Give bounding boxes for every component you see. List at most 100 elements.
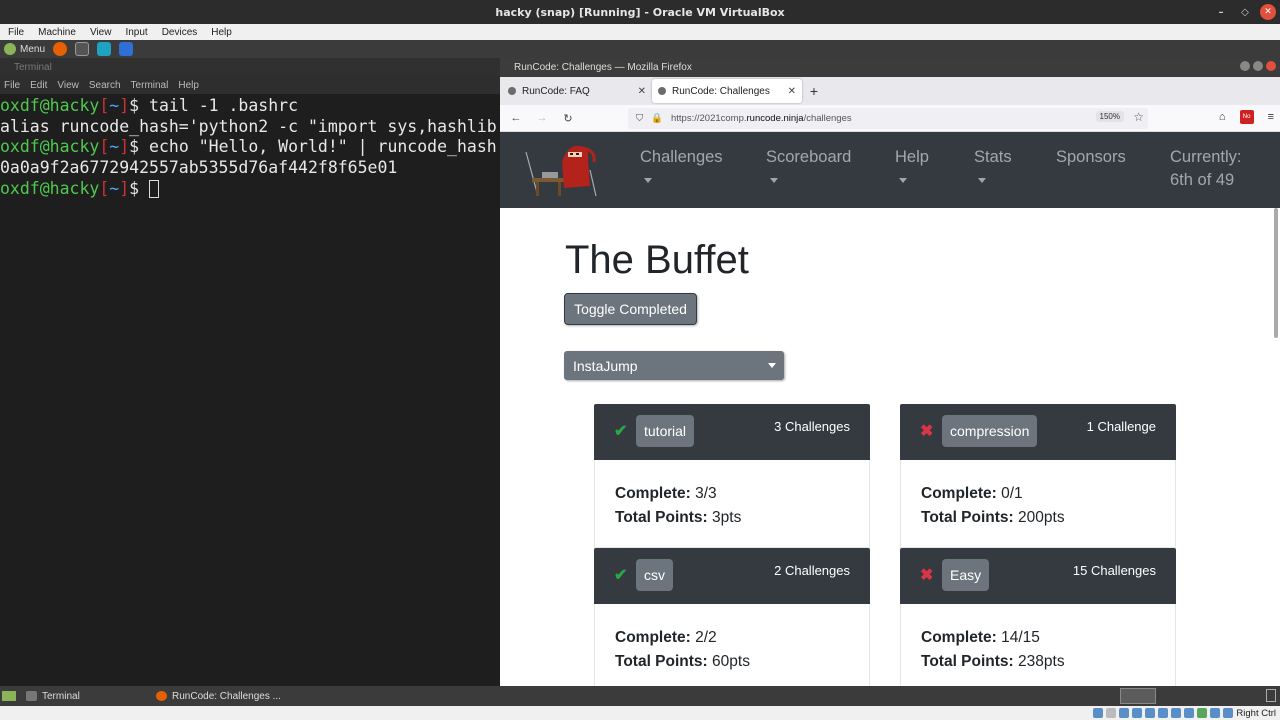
vbox-menu-devices[interactable]: Devices [162, 27, 198, 38]
complete-row: Complete: 3/3 [615, 485, 717, 502]
nav-sponsors-link[interactable]: Sponsors [1056, 146, 1126, 169]
checkmark-icon: ✔ [614, 567, 628, 584]
vbox-menu-help[interactable]: Help [211, 27, 232, 38]
card-header: ✖ Easy 15 Challenges [900, 548, 1176, 604]
card-body: Complete: 0/1 Total Points: 200pts [900, 460, 1176, 548]
navigation-toolbar: ← → ↻ ⛉ 🔒 https://2021comp.runcode.ninja… [500, 105, 1280, 132]
storage-indicator-icon[interactable] [1093, 708, 1104, 718]
card-body: Complete: 3/3 Total Points: 3pts [594, 460, 870, 548]
taskbar-item-firefox[interactable]: RunCode: Challenges ... [156, 691, 316, 702]
category-tag-button[interactable]: csv [636, 559, 673, 591]
shared-folders-icon[interactable] [1158, 708, 1169, 718]
nav-current-rank[interactable]: Currently: 6th of 49 [1170, 146, 1242, 192]
zap-launcher-icon[interactable] [97, 42, 112, 56]
shield-icon[interactable]: ⛉ [636, 113, 643, 124]
reload-icon[interactable]: ↻ [560, 112, 576, 125]
vbox-titlebar: hacky (snap) [Running] - Oracle VM Virtu… [0, 0, 1280, 24]
keyboard-indicator-icon[interactable] [1223, 708, 1234, 718]
cpu-indicator-icon[interactable] [1197, 708, 1208, 718]
firefox-icon [156, 691, 167, 701]
show-desktop-icon[interactable] [2, 691, 16, 701]
terminal-menu-terminal[interactable]: Terminal [131, 80, 169, 91]
terminal-output[interactable]: oxdf@hacky[~]$ tail -1 .bashrc alias runc… [0, 94, 500, 686]
zoom-level-badge[interactable]: 150% [1095, 111, 1124, 122]
terminal-line: 0a0a9f2a6772942557ab5355d76af442f8f65e01 [0, 158, 398, 178]
nav-help-label: Help [895, 148, 929, 166]
nav-help-dropdown[interactable]: Help [895, 146, 929, 183]
nav-challenges-dropdown[interactable]: Challenges [640, 146, 723, 183]
runcode-ninja-logo[interactable] [524, 140, 598, 198]
tab-runcode-faq[interactable]: RunCode: FAQ ✕ [502, 79, 652, 103]
runcode-favicon-icon [508, 87, 516, 95]
lock-icon[interactable]: 🔒 [651, 113, 663, 124]
vbox-menu-input[interactable]: Input [125, 27, 147, 38]
nav-stats-dropdown[interactable]: Stats [974, 146, 1012, 183]
pocket-icon[interactable]: ⌂ [1219, 111, 1226, 123]
vbox-menu-file[interactable]: File [8, 27, 24, 38]
new-tab-icon[interactable]: + [802, 79, 826, 103]
display-indicator-icon[interactable] [1171, 708, 1182, 718]
back-icon[interactable]: ← [508, 112, 524, 124]
caret-down-icon [770, 178, 778, 183]
vbox-menu-view[interactable]: View [90, 27, 112, 38]
vbox-window-controls: – ◇ ✕ [1212, 3, 1276, 21]
minimize-icon[interactable]: – [1212, 3, 1230, 21]
tab-runcode-challenges[interactable]: RunCode: Challenges ✕ [652, 79, 802, 103]
tab-close-icon[interactable]: ✕ [638, 86, 646, 97]
challenge-count: 15 Challenges [1072, 563, 1156, 578]
url-bar[interactable]: ⛉ 🔒 https://2021comp.runcode.ninja/chall… [628, 108, 1148, 129]
trash-icon[interactable] [1266, 689, 1276, 702]
category-tag-button[interactable]: Easy [942, 559, 990, 591]
rank-value: 6th of 49 [1170, 171, 1235, 189]
nav-stats-label: Stats [974, 148, 1012, 166]
firefox-launcher-icon[interactable] [53, 42, 68, 56]
hamburger-menu-icon[interactable]: ≡ [1268, 111, 1274, 123]
caret-down-icon [899, 178, 907, 183]
audio-indicator-icon[interactable] [1119, 708, 1130, 718]
terminal-launcher-icon[interactable] [75, 42, 90, 56]
minimize-icon[interactable] [1240, 61, 1250, 71]
close-icon[interactable] [1266, 61, 1276, 71]
terminal-window[interactable]: Terminal File Edit View Search Terminal … [0, 58, 500, 686]
optical-drive-icon[interactable] [1106, 708, 1117, 718]
usb-indicator-icon[interactable] [1145, 708, 1156, 718]
toggle-completed-button[interactable]: Toggle Completed [564, 293, 697, 325]
checkmark-icon: ✔ [614, 423, 628, 440]
vbox-menu-machine[interactable]: Machine [38, 27, 76, 38]
bookmark-star-icon[interactable]: ☆ [1133, 110, 1144, 124]
challenge-count: 2 Challenges [774, 563, 850, 578]
taskbar-item-terminal[interactable]: Terminal [26, 691, 156, 702]
workspace-switcher[interactable] [1120, 688, 1156, 704]
restore-icon[interactable]: ◇ [1236, 3, 1254, 21]
toolbar-right: ⌂ No ≡ [1219, 110, 1274, 124]
category-card-easy: ✖ Easy 15 Challenges Complete: 14/15 Tot… [900, 548, 1176, 686]
guest-taskbar: Terminal RunCode: Challenges ... [0, 686, 1280, 706]
mouse-integration-icon[interactable] [1210, 708, 1221, 718]
terminal-menu-help[interactable]: Help [178, 80, 199, 91]
category-tag-button[interactable]: tutorial [636, 415, 695, 447]
terminal-menu-view[interactable]: View [57, 80, 79, 91]
close-icon[interactable]: ✕ [1260, 4, 1276, 20]
caret-down-icon [644, 178, 652, 183]
instajump-select[interactable]: InstaJump [564, 351, 784, 380]
page-scrollbar[interactable] [1274, 208, 1278, 338]
instajump-label: InstaJump [573, 357, 638, 374]
mint-menu-button[interactable]: Menu [4, 43, 45, 55]
terminal-menu-file[interactable]: File [4, 80, 20, 91]
extension-badge-icon[interactable]: No [1239, 110, 1254, 124]
forward-icon[interactable]: → [534, 112, 550, 124]
maximize-icon[interactable] [1253, 61, 1263, 71]
category-tag-button[interactable]: compression [942, 415, 1038, 447]
recording-indicator-icon[interactable] [1184, 708, 1195, 718]
network-indicator-icon[interactable] [1132, 708, 1143, 718]
terminal-menu-search[interactable]: Search [89, 80, 121, 91]
caret-down-icon [978, 178, 986, 183]
nav-scoreboard-label: Scoreboard [766, 148, 852, 166]
wireshark-launcher-icon[interactable] [119, 42, 134, 56]
terminal-menu-edit[interactable]: Edit [30, 80, 47, 91]
tab-close-icon[interactable]: ✕ [788, 86, 796, 97]
firefox-titlebar: RunCode: Challenges — Mozilla Firefox [500, 58, 1280, 77]
nav-sponsors-label: Sponsors [1056, 148, 1126, 166]
cross-icon: ✖ [920, 423, 934, 440]
nav-scoreboard-dropdown[interactable]: Scoreboard [766, 146, 851, 183]
